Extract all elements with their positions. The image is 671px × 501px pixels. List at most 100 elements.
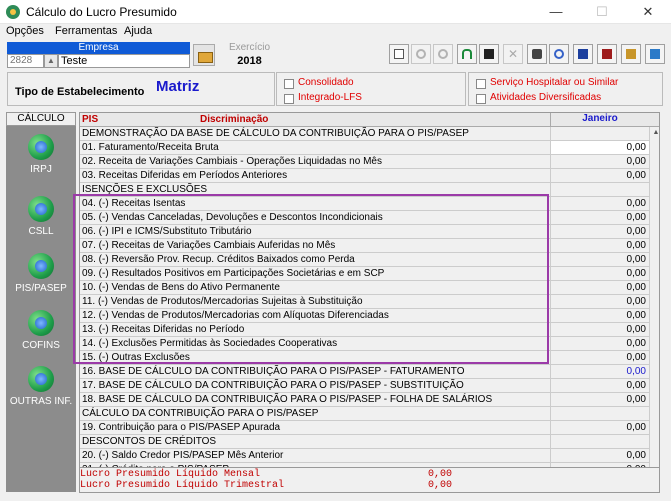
atividades-checkbox[interactable] bbox=[476, 94, 486, 104]
globe-icon bbox=[28, 134, 54, 160]
sidebar-item-label: OUTRAS INF. bbox=[9, 396, 73, 407]
attach-button[interactable] bbox=[549, 44, 569, 64]
app-icon bbox=[6, 5, 20, 19]
search-button[interactable] bbox=[433, 44, 453, 64]
table-cell-value bbox=[550, 407, 649, 421]
globe-icon bbox=[28, 253, 54, 279]
close-button[interactable]: ✕ bbox=[625, 0, 671, 24]
gear-icon bbox=[416, 49, 426, 59]
exercicio-label: Exercício bbox=[228, 42, 271, 53]
table-cell-value[interactable]: 0,00 bbox=[550, 379, 649, 393]
menu-ajuda[interactable]: Ajuda bbox=[124, 25, 152, 37]
tipo-estabelecimento-box: Tipo de Estabelecimento Matriz bbox=[7, 72, 275, 106]
menu-opcoes[interactable]: Opções bbox=[6, 25, 44, 37]
table-row: DEMONSTRAÇÃO DA BASE DE CÁLCULO DA CONTR… bbox=[80, 127, 550, 141]
menu-ferramentas[interactable]: Ferramentas bbox=[55, 25, 117, 37]
integrado-checkbox[interactable] bbox=[284, 94, 294, 104]
header-discriminacao: Discriminação bbox=[200, 114, 269, 125]
servico-hospitalar-label: Serviço Hospitalar ou Similar bbox=[490, 77, 619, 88]
report-button[interactable] bbox=[573, 44, 593, 64]
globe-icon bbox=[28, 310, 54, 336]
sidebar-item-csll[interactable]: CSLL bbox=[6, 192, 76, 248]
atividades-label: Atividades Diversificadas bbox=[490, 92, 602, 103]
footer-summary: Lucro Presumido Líquido Mensal 0,00 Lucr… bbox=[79, 467, 660, 493]
grid-scrollbar[interactable]: ▲ ▼ bbox=[649, 127, 659, 479]
table-row: DESCONTOS DE CRÉDITOS bbox=[80, 435, 550, 449]
table-cell-value[interactable]: 0,00 bbox=[550, 141, 649, 155]
exit-icon bbox=[650, 49, 660, 59]
sidebar-item-label: PIS/PASEP bbox=[15, 283, 67, 294]
config-button[interactable] bbox=[411, 44, 431, 64]
integrado-label: Integrado-LFS bbox=[298, 92, 362, 103]
table-cell-value bbox=[550, 183, 649, 197]
exit-button[interactable] bbox=[645, 44, 665, 64]
table-cell-value bbox=[550, 435, 649, 449]
consolidado-label: Consolidado bbox=[298, 77, 354, 88]
scroll-up-icon[interactable]: ▲ bbox=[650, 127, 659, 139]
sidebar-item-irpj[interactable]: IRPJ bbox=[6, 130, 76, 186]
table-row: 18. BASE DE CÁLCULO DA CONTRIBUIÇÃO PARA… bbox=[80, 393, 550, 407]
lock-button[interactable] bbox=[457, 44, 477, 64]
table-cell-value[interactable]: 0,00 bbox=[550, 351, 649, 365]
calc-sidebar-header: CÁLCULO bbox=[6, 112, 76, 126]
search-icon bbox=[438, 49, 448, 59]
table-cell-value[interactable]: 0,00 bbox=[550, 323, 649, 337]
globe-icon bbox=[28, 196, 54, 222]
table-row: 20. (-) Saldo Credor PIS/PASEP Mês Anter… bbox=[80, 449, 550, 463]
export-button[interactable] bbox=[597, 44, 617, 64]
table-cell-value[interactable]: 0,00 bbox=[550, 449, 649, 463]
table-cell-value[interactable]: 0,00 bbox=[550, 421, 649, 435]
table-cell-value[interactable]: 0,00 bbox=[550, 337, 649, 351]
table-cell-value[interactable]: 0,00 bbox=[550, 393, 649, 407]
table-cell-value[interactable]: 0,00 bbox=[550, 211, 649, 225]
servico-hospitalar-checkbox[interactable] bbox=[476, 79, 486, 89]
new-doc-button[interactable] bbox=[389, 44, 409, 64]
mensal-value: 0,00 bbox=[427, 469, 452, 480]
save-button[interactable] bbox=[479, 44, 499, 64]
consolidado-checkbox[interactable] bbox=[284, 79, 294, 89]
options2-box: Serviço Hospitalar ou Similar Atividades… bbox=[468, 72, 663, 106]
mensal-label: Lucro Presumido Líquido Mensal bbox=[80, 469, 261, 480]
options-box: Consolidado Integrado-LFS bbox=[276, 72, 466, 106]
home-button[interactable] bbox=[621, 44, 641, 64]
table-row: 01. Faturamento/Receita Bruta bbox=[80, 141, 550, 155]
table-cell-value[interactable]: 0,00 bbox=[550, 267, 649, 281]
empresa-code-field[interactable]: 2828 bbox=[7, 54, 44, 68]
table-row: CÁLCULO DA CONTRIBUIÇÃO PARA O PIS/PASEP bbox=[80, 407, 550, 421]
sidebar-item-label: IRPJ bbox=[30, 164, 52, 175]
sidebar-item-label: COFINS bbox=[22, 340, 60, 351]
floppy-icon bbox=[484, 49, 494, 59]
table-cell-value[interactable]: 0,00 bbox=[550, 225, 649, 239]
empresa-name-field[interactable]: Teste bbox=[58, 54, 190, 68]
table-cell-value bbox=[550, 127, 649, 141]
lock-icon bbox=[462, 49, 472, 59]
export-icon bbox=[602, 49, 612, 59]
maximize-button[interactable]: ☐ bbox=[579, 0, 625, 24]
tipo-label: Tipo de Estabelecimento bbox=[15, 86, 145, 98]
sidebar-item-cofins[interactable]: COFINS bbox=[6, 306, 76, 362]
sidebar-item-outras-inf[interactable]: OUTRAS INF. bbox=[6, 362, 76, 418]
menu-bar: Opções Ferramentas Ajuda bbox=[0, 24, 671, 40]
table-cell-value[interactable]: 0,00 bbox=[550, 253, 649, 267]
table-cell-value[interactable]: 0,00 bbox=[550, 295, 649, 309]
table-cell-value[interactable]: 0,00 bbox=[550, 309, 649, 323]
sidebar-item-pis-pasep[interactable]: PIS/PASEP bbox=[6, 249, 76, 305]
table-row: 03. Receitas Diferidas em Períodos Anter… bbox=[80, 169, 550, 183]
table-row: 19. Contribuição para o PIS/PASEP Apurad… bbox=[80, 421, 550, 435]
open-folder-button[interactable] bbox=[193, 44, 215, 66]
exercicio-value[interactable]: 2018 bbox=[222, 55, 277, 67]
print-button[interactable] bbox=[527, 44, 547, 64]
paperclip-icon bbox=[554, 49, 564, 59]
table-cell-value[interactable]: 0,00 bbox=[550, 169, 649, 183]
delete-button[interactable]: ✕ bbox=[503, 44, 523, 64]
table-cell-value[interactable]: 0,00 bbox=[550, 281, 649, 295]
table-cell-value[interactable]: 0,00 bbox=[550, 239, 649, 253]
table-cell-value[interactable]: 0,00 bbox=[550, 155, 649, 169]
house-icon bbox=[626, 49, 636, 59]
trimestral-label: Lucro Presumido Líquido Trimestral bbox=[80, 480, 285, 491]
table-cell-value[interactable]: 0,00 bbox=[550, 197, 649, 211]
empresa-spin-button[interactable]: ▲ bbox=[44, 54, 58, 68]
table-cell-value[interactable]: 0,00 bbox=[550, 365, 649, 379]
minimize-button[interactable]: — bbox=[533, 0, 579, 24]
close-icon: ✕ bbox=[508, 47, 519, 61]
